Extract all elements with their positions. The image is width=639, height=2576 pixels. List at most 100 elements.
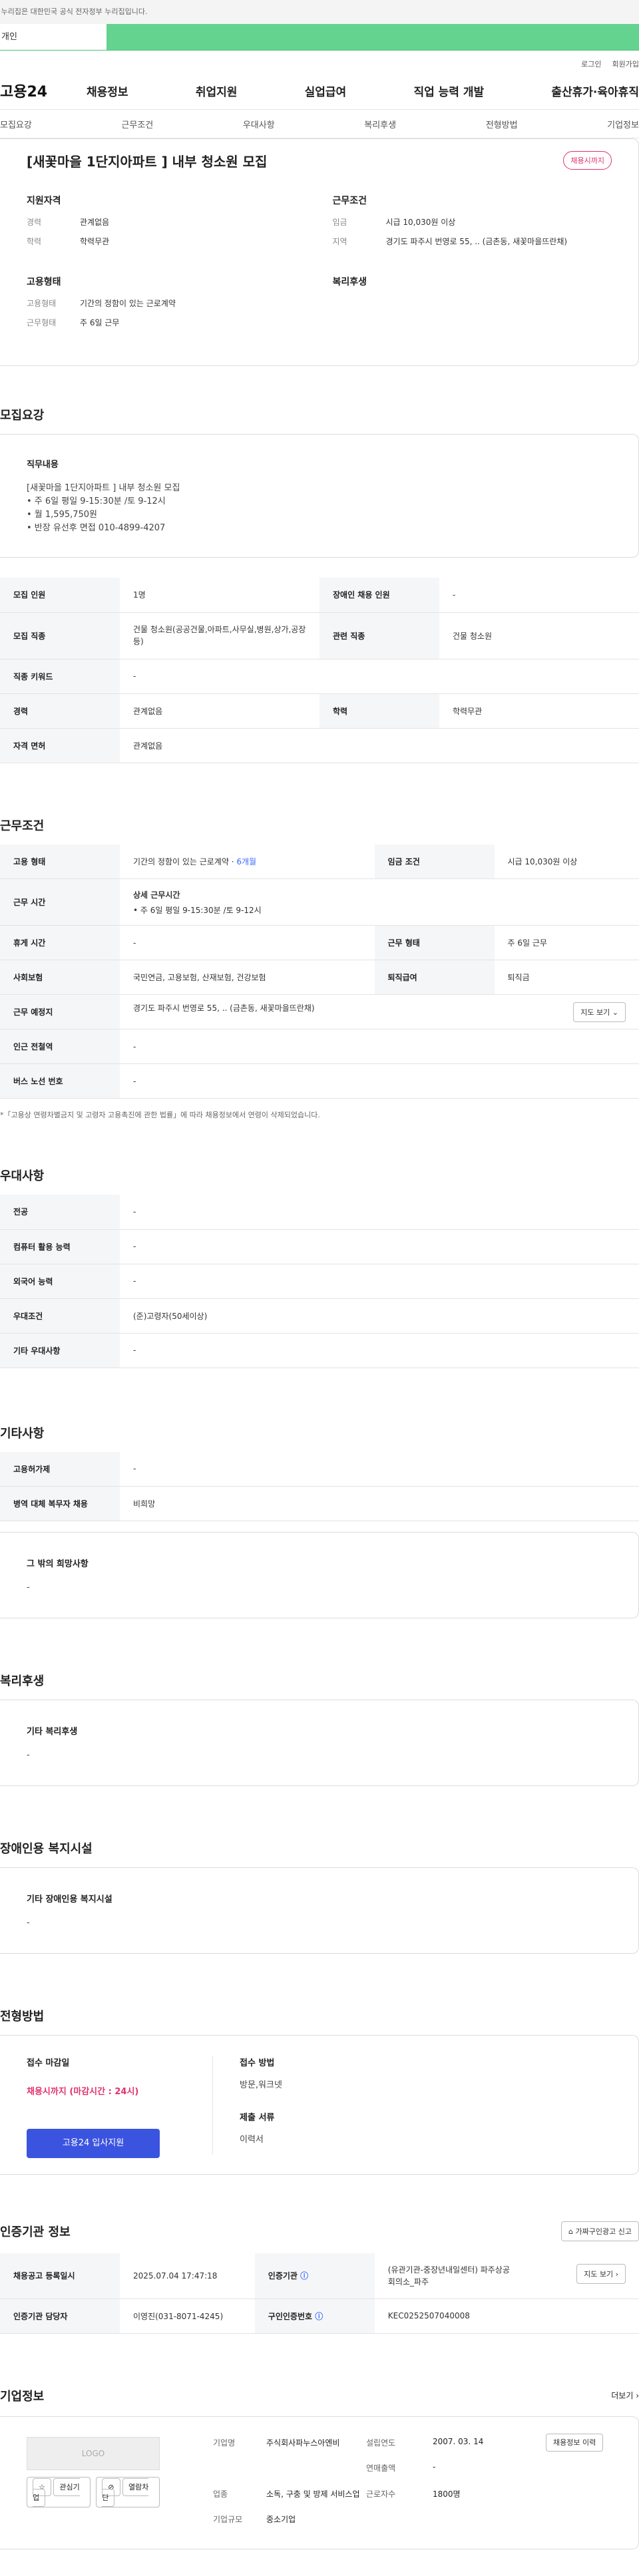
cell-value: 비희망 bbox=[120, 1486, 639, 1521]
cell-label: 근무 예정지 bbox=[0, 994, 120, 1029]
table-row: 컴퓨터 활용 능력 - bbox=[0, 1229, 639, 1264]
cell-label: 구인인증번호 ⓘ bbox=[254, 2299, 375, 2334]
welfare-section-heading: 복리후생 bbox=[0, 1674, 45, 1688]
cell-value: - bbox=[120, 1333, 639, 1368]
snb-welfare[interactable]: 복리후생 bbox=[364, 118, 396, 130]
table-row: 휴게 시간 - 근무 형태 주 6일 근무 bbox=[0, 925, 639, 960]
emp-type-label: 고용형태 bbox=[27, 299, 57, 308]
emp-period: 6개월 bbox=[236, 856, 257, 866]
apply-button[interactable]: 고용24 입사지원 bbox=[27, 2129, 160, 2158]
job-desc-box: 직무내용 [새꽃마을 1단지아파트 ] 내부 청소원 모집 • 주 6일 평일 … bbox=[0, 434, 639, 558]
table-row: 외국어 능력 - bbox=[0, 1264, 639, 1299]
table-row: 전공 - bbox=[0, 1195, 639, 1230]
cell-value: 1명 bbox=[120, 578, 320, 613]
company-box: LOGO ☆ 관심기업 ⊘ 열람차단 기업명 주식회사파누스아엔비 설립연도 2… bbox=[0, 2416, 639, 2549]
field-value: 중소기업 bbox=[266, 2515, 296, 2524]
cert-heading: 인증기관 정보 bbox=[0, 2225, 71, 2239]
cell-value: - bbox=[120, 1451, 639, 1487]
table-row: 병역 대체 복무자 채용 비희망 bbox=[0, 1486, 639, 1521]
disabled-title: 기타 장애인용 복지시설 bbox=[27, 1895, 112, 1905]
work-form-value: 주 6일 근무 bbox=[80, 318, 120, 327]
cell-value: 2025.07.04 17:47:18 bbox=[120, 2253, 255, 2299]
more-link[interactable]: 더보기 › bbox=[611, 2390, 639, 2401]
info-icon[interactable]: ⓘ bbox=[315, 2312, 323, 2321]
snb-pref[interactable]: 우대사항 bbox=[243, 118, 275, 130]
cell-label: 장애인 채용 인원 bbox=[320, 578, 439, 613]
cell-label: 인증기관 ⓘ bbox=[254, 2253, 375, 2299]
field-value: - bbox=[433, 2462, 436, 2472]
org-label: 인증기관 bbox=[268, 2271, 298, 2281]
snb-work[interactable]: 근무조건 bbox=[121, 118, 153, 130]
field-value: 소독, 구충 및 방제 서비스업 bbox=[266, 2489, 360, 2499]
recruit-heading: 모집요강 bbox=[0, 409, 45, 423]
gov-banner: 이 누리집은 대한민국 공식 전자정부 누리집입니다. bbox=[0, 0, 639, 24]
recruit-table: 모집 인원 1명 장애인 채용 인원 - 모집 직종 건물 청소원(공공건물,아파트,사… bbox=[0, 578, 639, 763]
cell-label: 버스 노선 번호 bbox=[0, 1063, 120, 1099]
table-row: 사회보험 국민연금, 고용보험, 산재보험, 건강보험 퇴직급여 퇴직금 bbox=[0, 960, 639, 995]
gnb-unemployment[interactable]: 실업급여 bbox=[305, 83, 347, 99]
cell-value: 주 6일 근무 bbox=[494, 925, 639, 960]
cell-label: 외국어 능력 bbox=[0, 1264, 120, 1299]
fav-button[interactable]: ☆ 관심기업 bbox=[27, 2476, 91, 2507]
job-title: [새꽃마을 1단지아파트 ] 내부 청소원 모집 bbox=[27, 153, 268, 170]
method-title: 접수 방법 bbox=[240, 2058, 275, 2068]
cell-label: 모집 인원 bbox=[0, 578, 120, 613]
report-button[interactable]: ⌂ 가짜구인광고 신고 bbox=[561, 2221, 639, 2241]
cell-value: - bbox=[120, 1264, 639, 1299]
cell-label: 전공 bbox=[0, 1195, 120, 1230]
cell-label: 휴게 시간 bbox=[0, 925, 120, 960]
map-button-label: 지도 보기 bbox=[580, 1008, 610, 1017]
cell-value: (유관기관-중장년내일센터) 파주상공회의소_파주 지도 보기 › bbox=[374, 2253, 639, 2299]
cell-label: 퇴직급여 bbox=[374, 960, 495, 995]
info-icon[interactable]: ⓘ bbox=[300, 2271, 308, 2281]
table-row: 인근 전철역 - bbox=[0, 1029, 639, 1064]
table-row: 버스 노선 번호 - bbox=[0, 1063, 639, 1099]
table-row: 경력 관계없음 학력 학력무관 bbox=[0, 693, 639, 729]
cell-value: - bbox=[120, 1029, 639, 1064]
summary-card: [새꽃마을 1단지아파트 ] 내부 청소원 모집 채용시까지 지원자격 경력 관계… bbox=[0, 138, 639, 366]
org-value: (유관기관-중장년내일센터) 파주상공회의소_파주 bbox=[387, 2265, 510, 2287]
cell-value: 이영진(031-8071-4245) bbox=[120, 2299, 255, 2334]
cell-value: 퇴직금 bbox=[494, 960, 639, 995]
snb-company[interactable]: 기업정보 bbox=[607, 118, 639, 130]
cell-label: 모집 직종 bbox=[0, 612, 120, 659]
cell-label: 자격 면허 bbox=[0, 728, 120, 763]
gnb-leave[interactable]: 출산휴가·육아휴직 bbox=[551, 83, 639, 99]
field-label: 업종 bbox=[213, 2489, 228, 2499]
map-button[interactable]: 지도 보기 ⌄ bbox=[573, 1002, 626, 1022]
deadline-title: 접수 마감일 bbox=[27, 2058, 70, 2068]
company-logo: LOGO bbox=[27, 2436, 160, 2470]
apply-heading: 전형방법 bbox=[0, 2010, 45, 2024]
field-label: 설립연도 bbox=[366, 2438, 396, 2448]
gnb-support[interactable]: 취업지원 bbox=[196, 83, 238, 99]
history-button[interactable]: 채용정보 이력 bbox=[546, 2433, 604, 2452]
gnb-training[interactable]: 직업 능력 개발 bbox=[413, 83, 484, 99]
wage-value: 시급 10,030원 이상 bbox=[385, 218, 456, 227]
cell-label: 직종 키워드 bbox=[0, 659, 120, 694]
gnb-jobs[interactable]: 채용정보 bbox=[87, 83, 128, 99]
cell-value: - bbox=[120, 1229, 639, 1264]
login-link[interactable]: 로그인 bbox=[581, 59, 601, 72]
block-button[interactable]: ⊘ 열람차단 bbox=[96, 2476, 160, 2507]
snb-recruit[interactable]: 모집요강 bbox=[0, 118, 32, 130]
emp-heading: 고용형태 bbox=[27, 277, 61, 287]
region-value: 경기도 파주시 번영로 55, .. (금촌동, 새꽃마을뜨란채) bbox=[385, 237, 568, 246]
cell-value: - bbox=[120, 925, 375, 960]
cell-label: 우대조건 bbox=[0, 1298, 120, 1334]
pref-heading: 우대사항 bbox=[0, 1169, 45, 1183]
disabled-heading: 장애인용 복지시설 bbox=[0, 1842, 93, 1856]
cert-map-button[interactable]: 지도 보기 › bbox=[576, 2263, 626, 2284]
job-desc-title: 직무내용 bbox=[27, 460, 59, 470]
chevron-right-icon: › bbox=[636, 2391, 639, 2400]
place-text: 경기도 파주시 번영로 55, .. (금촌동, 새꽃마을뜨란채) bbox=[133, 1003, 315, 1013]
brand-logo[interactable]: 고용24 bbox=[0, 80, 87, 101]
edu-label: 학력 bbox=[27, 237, 42, 246]
table-row: 고용 형태 기간의 정함이 있는 근로계약 · 6개월 임금 조건 시급 10,030… bbox=[0, 844, 639, 879]
cell-value: 관계없음 bbox=[120, 728, 639, 763]
signup-link[interactable]: 회원가입 bbox=[612, 59, 639, 72]
table-row: 직종 키워드 - bbox=[0, 659, 639, 694]
snb-apply[interactable]: 전형방법 bbox=[486, 118, 518, 130]
field-label bbox=[213, 2462, 266, 2478]
work-heading: 근무조건 bbox=[0, 819, 45, 833]
age-note: *「고용상 연령차별금지 및 고령자 고용촉진에 관한 법률」에 따라 채용정보… bbox=[0, 1111, 320, 1119]
